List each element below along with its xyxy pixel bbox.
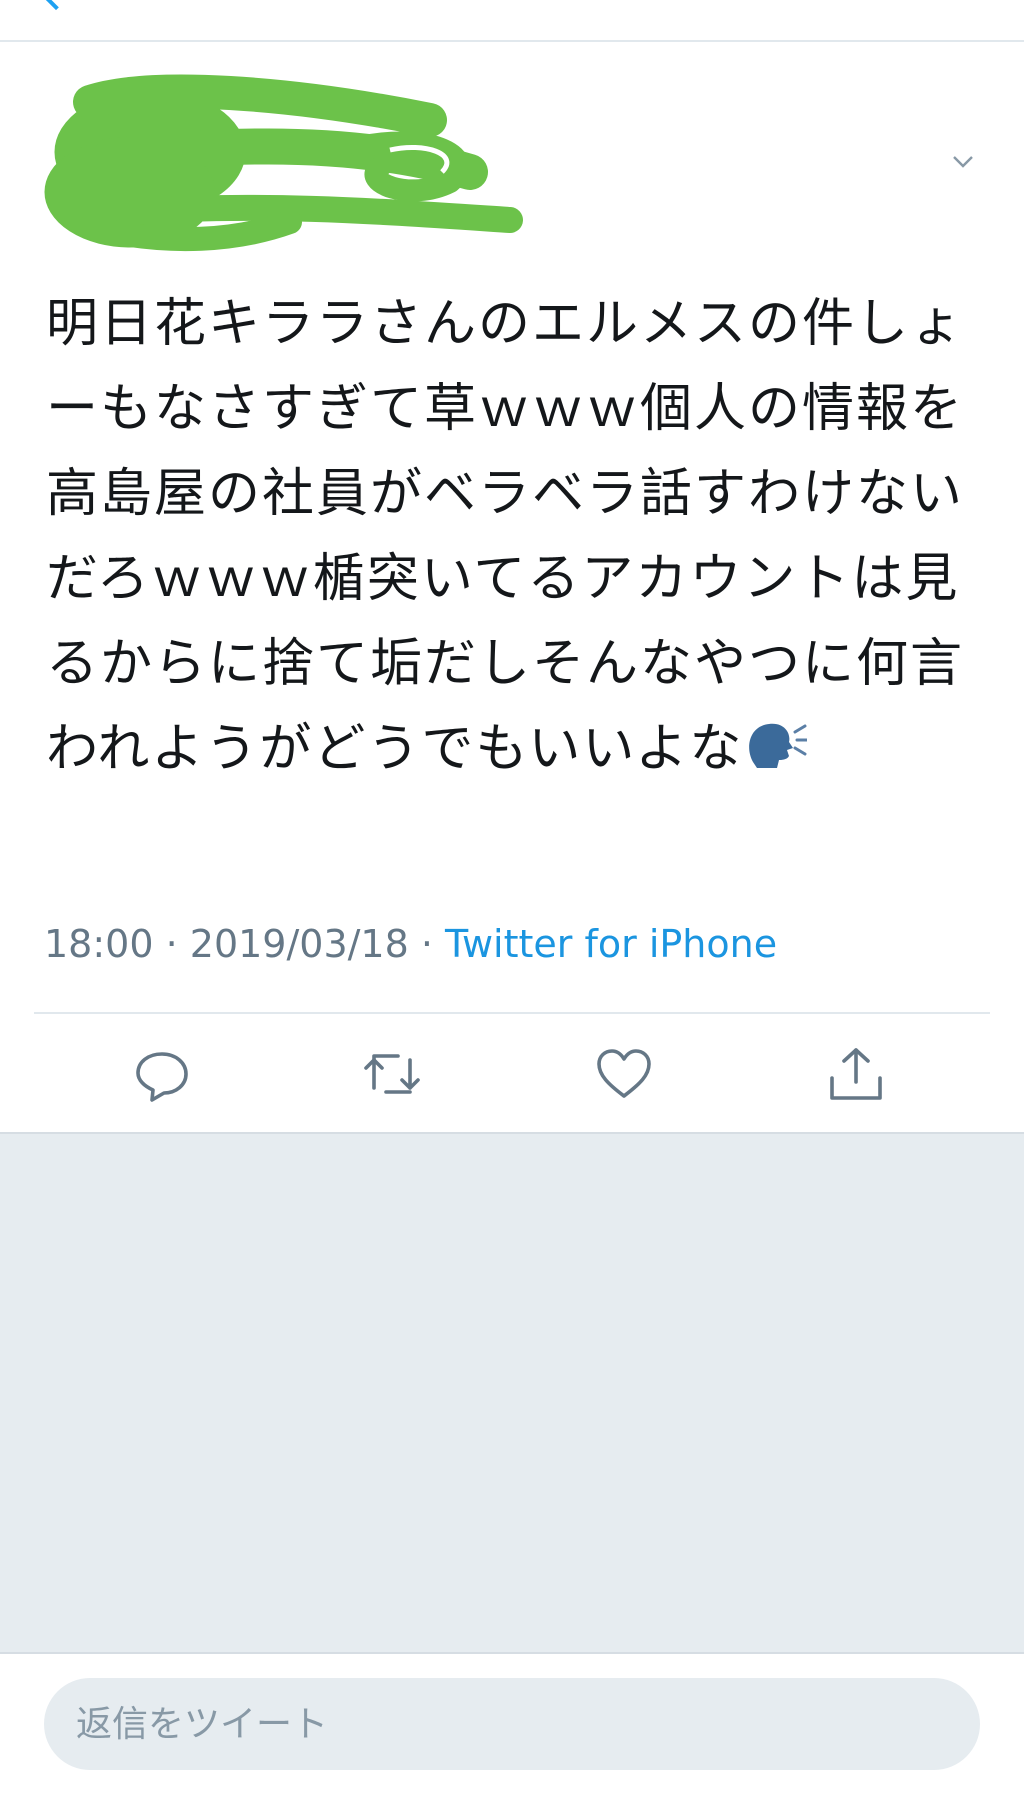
tweet-source-link[interactable]: Twitter for iPhone — [445, 922, 777, 966]
meta-separator: · — [153, 922, 190, 966]
like-button[interactable] — [594, 1044, 654, 1104]
tweet-action-bar — [0, 1014, 1024, 1132]
back-arrow-icon[interactable] — [41, 0, 71, 11]
tweet-detail-page: 明日花キララさんのエルメスの件しょーもなさすぎて草ｗｗｗ個人の情報を高島屋の社員… — [0, 0, 1024, 1820]
redacted-author-scribble — [44, 74, 523, 252]
meta-separator: · — [408, 922, 446, 966]
share-button[interactable] — [826, 1044, 886, 1104]
tweet-text: 明日花キララさんのエルメスの件しょーもなさすぎて草ｗｗｗ個人の情報を高島屋の社員… — [46, 294, 965, 779]
speaking-head-icon — [749, 723, 808, 768]
share-icon — [830, 1048, 882, 1100]
heart-icon — [597, 1049, 651, 1098]
reply-input[interactable] — [44, 1678, 980, 1770]
chevron-down-icon[interactable] — [952, 150, 974, 172]
retweet-button[interactable] — [362, 1044, 422, 1104]
tweet-author-header — [0, 42, 1024, 262]
replies-area — [0, 1132, 1024, 1652]
tweet-date: 2019/03/18 — [189, 922, 409, 966]
tweet-metadata: 18:00 · 2019/03/18 · Twitter for iPhone — [44, 922, 777, 966]
tweet-body: 明日花キララさんのエルメスの件しょーもなさすぎて草ｗｗｗ個人の情報を高島屋の社員… — [46, 282, 976, 792]
reply-composer-bar — [0, 1652, 1024, 1820]
retweet-icon — [364, 1054, 420, 1094]
reply-button[interactable] — [132, 1044, 192, 1104]
reply-icon — [136, 1052, 188, 1102]
top-navigation-bar — [0, 0, 1024, 42]
tweet-time: 18:00 — [44, 922, 154, 966]
